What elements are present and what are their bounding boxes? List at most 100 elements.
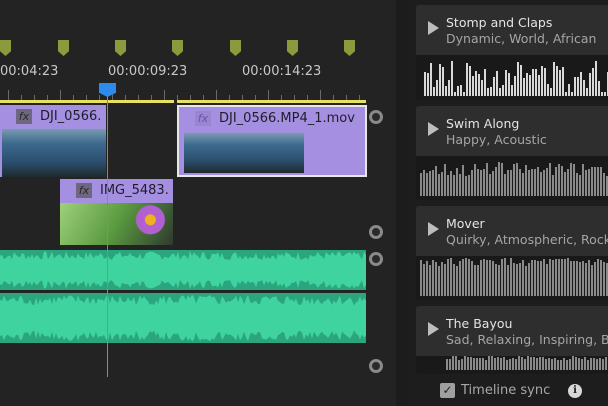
timeline-sync-checkbox[interactable]: ✓ xyxy=(440,383,455,398)
marker-icon[interactable] xyxy=(0,40,11,56)
waveform-bar xyxy=(457,85,459,96)
waveform-bar xyxy=(459,173,461,196)
waveform-bar xyxy=(573,163,575,196)
track-waveform[interactable] xyxy=(416,256,608,300)
waveform-bar xyxy=(441,172,443,196)
track-waveform[interactable] xyxy=(416,55,608,100)
waveform-bar xyxy=(561,258,563,296)
waveform-bar xyxy=(592,67,594,96)
waveform-bar xyxy=(511,84,513,96)
track-waveform[interactable] xyxy=(416,356,608,374)
waveform-bar xyxy=(574,76,576,96)
waveform-bar xyxy=(467,357,469,370)
waveform-bar xyxy=(526,73,528,96)
waveform-bar xyxy=(477,265,479,296)
waveform-bar xyxy=(492,260,494,296)
waveform-bar xyxy=(539,356,541,370)
audio-clip[interactable] xyxy=(0,293,366,343)
waveform-bar xyxy=(558,163,560,196)
waveform-bar xyxy=(597,258,599,296)
music-track-card[interactable]: Mover Quirky, Atmospheric, Rock, C xyxy=(416,206,608,300)
fx-icon[interactable]: fx xyxy=(76,182,92,198)
waveform-bar xyxy=(485,359,487,370)
waveform-bar xyxy=(587,359,589,370)
waveform-bar xyxy=(588,169,590,196)
play-icon[interactable] xyxy=(428,122,439,136)
ruler-tick xyxy=(164,90,165,100)
waveform-bar xyxy=(515,358,517,370)
waveform-bar xyxy=(540,171,542,196)
waveform-bar xyxy=(573,260,575,296)
marker-icon[interactable] xyxy=(115,40,126,56)
track-title: Stomp and Claps xyxy=(446,15,553,30)
waveform-bar xyxy=(453,174,455,196)
play-icon[interactable] xyxy=(428,322,439,336)
audio-waveform xyxy=(0,294,366,342)
waveform-bar xyxy=(571,92,573,96)
time-ruler[interactable] xyxy=(0,84,368,100)
fx-icon[interactable]: fx xyxy=(16,108,32,124)
waveform-bar xyxy=(567,258,569,296)
waveform-bar xyxy=(563,357,565,370)
track-waveform[interactable] xyxy=(416,156,608,200)
waveform-bar xyxy=(572,356,574,370)
waveform-bar xyxy=(446,358,448,370)
waveform-bar xyxy=(429,171,431,196)
waveform-bar xyxy=(468,174,470,196)
waveform-bar xyxy=(531,168,533,196)
track-tags: Happy, Acoustic xyxy=(446,132,547,147)
waveform-bar xyxy=(438,174,440,196)
clip-thumbnail xyxy=(184,133,304,173)
ruler-tick xyxy=(320,90,321,100)
waveform-bar xyxy=(528,170,530,196)
waveform-bar xyxy=(548,358,550,370)
waveform-bar xyxy=(575,356,577,370)
playhead-line[interactable] xyxy=(107,95,108,377)
play-icon[interactable] xyxy=(428,222,439,236)
marker-icon[interactable] xyxy=(344,40,355,56)
video-clip-selected[interactable]: fx DJI_0566.MP4_1.mov xyxy=(177,105,367,177)
waveform-bar xyxy=(552,175,554,196)
waveform-bar xyxy=(547,84,549,96)
waveform-bar xyxy=(594,261,596,296)
music-track-card[interactable]: The Bayou Sad, Relaxing, Inspiring, Blue xyxy=(416,306,608,374)
track-height-handle[interactable] xyxy=(369,110,383,124)
ruler-tick xyxy=(8,90,9,100)
track-height-handle[interactable] xyxy=(369,252,383,266)
play-icon[interactable] xyxy=(428,21,439,35)
image-clip[interactable]: fx IMG_5483. xyxy=(60,179,173,245)
work-area-bar xyxy=(0,100,174,103)
marker-icon[interactable] xyxy=(287,40,298,56)
waveform-bar xyxy=(581,359,583,370)
waveform-bar xyxy=(441,262,443,296)
track-height-handle[interactable] xyxy=(369,225,383,239)
marker-icon[interactable] xyxy=(230,40,241,56)
waveform-bar xyxy=(507,265,509,296)
waveform-bar xyxy=(456,265,458,296)
waveform-bar xyxy=(567,169,569,196)
ruler-tick xyxy=(268,90,269,100)
track-height-handle[interactable] xyxy=(369,359,383,373)
waveform-bar xyxy=(537,261,539,296)
fx-icon[interactable]: fx xyxy=(195,110,211,126)
audio-clip[interactable] xyxy=(0,250,366,290)
waveform-bar xyxy=(596,358,598,370)
waveform-bar xyxy=(568,84,570,96)
marker-icon[interactable] xyxy=(58,40,69,56)
waveform-bar xyxy=(577,77,579,96)
waveform-bar xyxy=(549,258,551,296)
timeline-sync-option[interactable]: ✓ Timeline sync xyxy=(440,383,550,398)
waveform-bar xyxy=(420,172,422,196)
music-track-card[interactable]: Swim Along Happy, Acoustic xyxy=(416,106,608,200)
time-label: 00:00:09:23 xyxy=(108,64,188,79)
video-clip[interactable]: fx DJI_0566. xyxy=(0,105,106,177)
music-track-card[interactable]: Stomp and Claps Dynamic, World, African xyxy=(416,5,608,100)
info-icon[interactable]: i xyxy=(568,384,582,398)
track-tags: Sad, Relaxing, Inspiring, Blue xyxy=(446,332,608,347)
waveform-bar xyxy=(509,358,511,370)
marker-icon[interactable] xyxy=(172,40,183,56)
waveform-bar xyxy=(517,62,519,96)
waveform-bar xyxy=(584,356,586,370)
waveform-bar xyxy=(442,67,444,96)
waveform-bar xyxy=(501,258,503,296)
